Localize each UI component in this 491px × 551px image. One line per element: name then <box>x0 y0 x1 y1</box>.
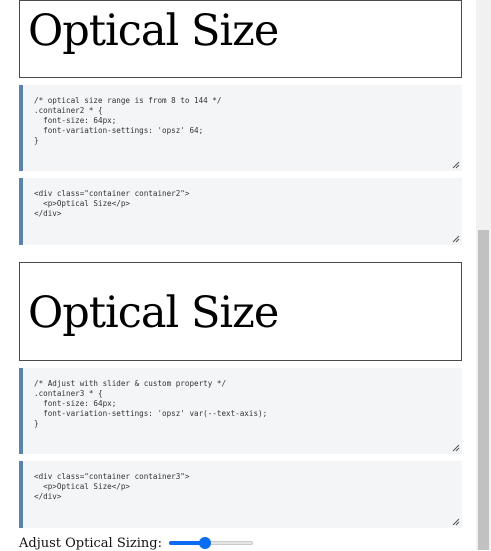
demo-text: Optical Size <box>28 6 279 56</box>
optical-size-control: Adjust Optical Sizing: <box>19 535 253 551</box>
html-code-editor-3[interactable]: <div class="container container3"> <p>Op… <box>19 461 462 528</box>
css-code-editor-2[interactable]: /* optical size range is from 8 to 144 *… <box>19 85 462 171</box>
resize-grip-icon[interactable] <box>451 443 460 452</box>
demo-text: Optical Size <box>28 288 279 338</box>
resize-grip-icon[interactable] <box>451 517 460 526</box>
css-code: /* optical size range is from 8 to 144 *… <box>34 96 222 145</box>
optical-size-slider[interactable] <box>168 535 253 551</box>
vertical-scrollbar[interactable] <box>476 0 491 550</box>
optical-size-demo-1: Optical Size <box>19 0 462 78</box>
resize-grip-icon[interactable] <box>451 234 460 243</box>
slider-thumb[interactable] <box>199 537 212 549</box>
css-code: /* Adjust with slider & custom property … <box>34 379 268 428</box>
html-code: <div class="container container2"> <p>Op… <box>34 189 190 218</box>
scrollbar-thumb[interactable] <box>478 230 489 550</box>
html-code-editor-2[interactable]: <div class="container container2"> <p>Op… <box>19 178 462 245</box>
html-code: <div class="container container3"> <p>Op… <box>34 472 190 501</box>
css-code-editor-3[interactable]: /* Adjust with slider & custom property … <box>19 368 462 454</box>
resize-grip-icon[interactable] <box>451 160 460 169</box>
slider-label: Adjust Optical Sizing: <box>19 535 162 551</box>
optical-size-demo-2: Optical Size <box>19 262 462 361</box>
